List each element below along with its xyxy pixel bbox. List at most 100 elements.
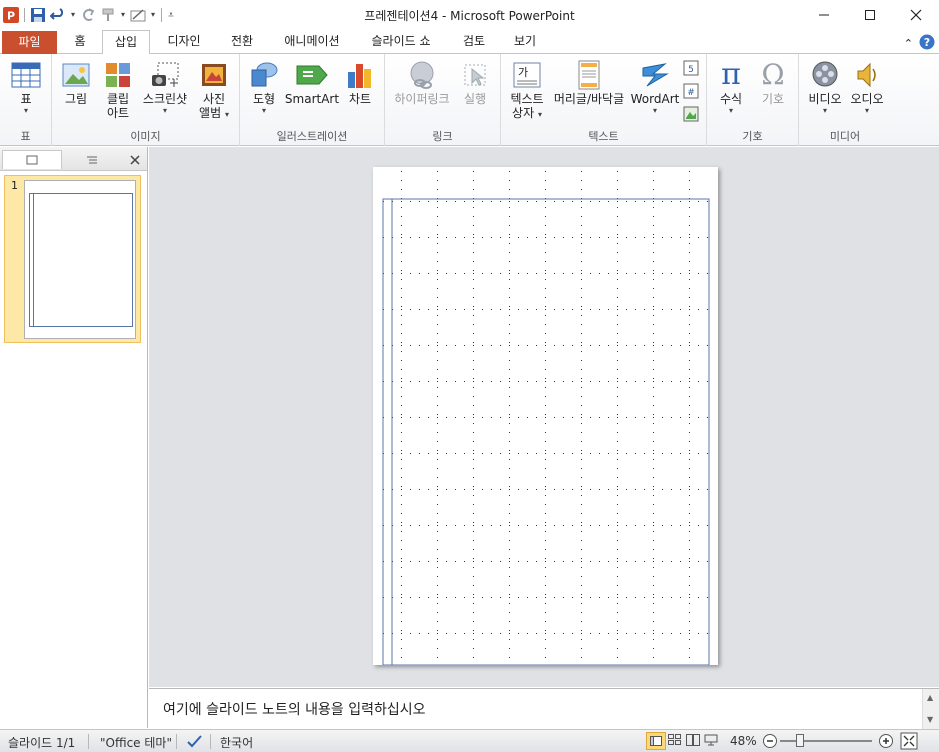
tab-review[interactable]: 검토 (450, 30, 498, 54)
fit-to-window-icon[interactable] (900, 732, 918, 752)
video-button[interactable]: 비디오 ▾ (805, 58, 845, 116)
table-button[interactable]: 표 ▾ (6, 58, 46, 116)
tab-view[interactable]: 보기 (502, 30, 548, 54)
slide-sorter-view-icon[interactable] (668, 734, 682, 749)
picture-button-label: 그림 (64, 92, 88, 106)
tab-insert[interactable]: 삽입 (102, 30, 150, 55)
group-illustrations: 도형 ▾ SmartArt 차트 일러스트레이션 (240, 54, 385, 146)
minimize-icon[interactable] (801, 0, 847, 30)
action-icon (457, 58, 493, 92)
zoom-out-icon[interactable] (762, 733, 778, 752)
vertical-scrollbar[interactable] (922, 147, 939, 687)
group-label-illustrations: 일러스트레이션 (276, 130, 348, 143)
svg-text:5: 5 (688, 65, 694, 75)
spellcheck-icon[interactable] (186, 733, 204, 752)
language[interactable]: 한국어 (220, 734, 253, 751)
tab-animations[interactable]: 애니메이션 (272, 30, 352, 54)
help-icon[interactable]: ? (919, 34, 935, 53)
slide-thumbnail-number: 1 (11, 179, 18, 192)
group-media: 비디오 ▾ 오디오 ▾ 미디어 (799, 54, 891, 146)
chart-button[interactable]: 차트 (342, 58, 378, 106)
slide-thumbnail-item[interactable]: 1 (4, 175, 141, 343)
hyperlink-button[interactable]: 하이퍼링크 (389, 58, 455, 106)
thumbnail-guide-line (33, 193, 34, 327)
window-controls (801, 0, 939, 30)
group-table: 표 ▾ 표 (0, 54, 52, 146)
clipart-button[interactable]: 클립 아트 (98, 58, 138, 120)
textbox-label-line2: 상자 ▾ (512, 106, 542, 120)
zoom-slider-track[interactable] (780, 740, 872, 742)
film-reel-icon (805, 58, 845, 92)
slide-editing-area (149, 147, 939, 687)
status-separator (176, 734, 177, 749)
tab-design[interactable]: 디자인 (154, 30, 214, 54)
theme-name[interactable]: "Office 테마" (100, 734, 172, 751)
shapes-button[interactable]: 도형 ▾ (246, 58, 282, 116)
status-separator (210, 734, 211, 749)
object-icon[interactable] (683, 106, 699, 125)
slide-canvas[interactable] (373, 167, 718, 666)
tab-slideshow[interactable]: 슬라이드 쇼 (356, 30, 446, 54)
textbox-label-line1: 텍스트 (510, 92, 544, 106)
group-label-images: 이미지 (130, 130, 161, 143)
screenshot-button-label: 스크린샷 (142, 92, 188, 106)
equation-button-label: 수식 (719, 92, 743, 106)
title-bar: P ▾ ▾ ▾ ⩡ 프레젠테이션4 - Microsoft PowerPoint (0, 0, 939, 30)
tab-transitions[interactable]: 전환 (216, 30, 268, 54)
slideshow-view-icon[interactable] (704, 734, 718, 749)
screenshot-icon (140, 58, 190, 92)
chevron-down-icon: ▾ (224, 110, 229, 119)
chevron-down-icon: ▾ (822, 106, 827, 115)
smartart-button[interactable]: SmartArt (284, 58, 340, 106)
group-text: 가 텍스트 상자 ▾ 머리글/바닥글 WordArt ▾ 5 # 텍스트 (501, 54, 707, 146)
hyperlink-button-label: 하이퍼링크 (394, 92, 450, 106)
slide-thumbnail[interactable] (24, 180, 136, 339)
chevron-down-icon: ▾ (162, 106, 167, 115)
zoom-level[interactable]: 48% (730, 734, 757, 748)
zoom-in-icon[interactable] (878, 733, 894, 752)
shapes-icon (246, 58, 282, 92)
svg-text:#: # (687, 88, 695, 98)
group-label-links: 링크 (432, 130, 453, 143)
slides-panel-tabs (0, 147, 147, 171)
photo-album-button[interactable]: 사진 앨범 ▾ (194, 58, 234, 120)
wordart-button-label: WordArt (630, 92, 680, 106)
group-label-media: 미디어 (829, 130, 861, 143)
reading-view-icon[interactable] (686, 734, 700, 749)
notes-placeholder[interactable]: 여기에 슬라이드 노트의 내용을 입력하십시오 (163, 699, 426, 719)
close-pane-icon[interactable] (126, 150, 144, 169)
picture-button[interactable]: 그림 (58, 58, 94, 106)
action-button[interactable]: 실행 (457, 58, 493, 106)
textbox-button[interactable]: 가 텍스트 상자 ▾ (505, 58, 549, 120)
photo-album-label-line1: 사진 (202, 92, 226, 106)
maximize-icon[interactable] (847, 0, 893, 30)
zoom-slider-thumb[interactable] (796, 734, 804, 747)
chevron-down-icon: ▾ (652, 106, 657, 115)
scroll-down-icon[interactable]: ▼ (927, 715, 933, 724)
audio-button[interactable]: 오디오 ▾ (847, 58, 887, 116)
ribbon-tabs: 파일 홈 삽입 디자인 전환 애니메이션 슬라이드 쇼 검토 보기 ⌃ ? (0, 30, 939, 55)
smartart-icon (284, 58, 340, 92)
slide-number-icon[interactable]: # (683, 83, 699, 102)
close-icon[interactable] (893, 0, 939, 30)
minimize-ribbon-icon[interactable]: ⌃ (904, 37, 913, 50)
table-button-label: 표 (20, 92, 32, 106)
tab-outline[interactable] (64, 150, 120, 169)
notes-scrollbar[interactable]: ▲ ▼ (922, 689, 939, 729)
wordart-button[interactable]: WordArt ▾ (629, 58, 681, 116)
group-label-text: 텍스트 (588, 130, 619, 143)
tab-slides[interactable] (2, 150, 62, 169)
notes-pane[interactable]: 여기에 슬라이드 노트의 내용을 입력하십시오 ▲ ▼ (149, 688, 939, 729)
scroll-up-icon[interactable]: ▲ (927, 693, 933, 702)
header-footer-icon (551, 58, 627, 92)
tab-file[interactable]: 파일 (2, 31, 57, 54)
date-time-icon[interactable]: 5 (683, 60, 699, 79)
normal-view-icon[interactable] (646, 732, 666, 750)
symbol-button[interactable]: Ω 기호 (755, 58, 791, 107)
equation-button[interactable]: π 수식 ▾ (713, 58, 749, 116)
group-label-table: 표 (20, 130, 31, 143)
ribbon-right-controls: ⌃ ? (904, 34, 935, 53)
tab-home[interactable]: 홈 (60, 30, 100, 54)
header-footer-button[interactable]: 머리글/바닥글 (551, 58, 627, 106)
screenshot-button[interactable]: 스크린샷 ▾ (140, 58, 190, 116)
